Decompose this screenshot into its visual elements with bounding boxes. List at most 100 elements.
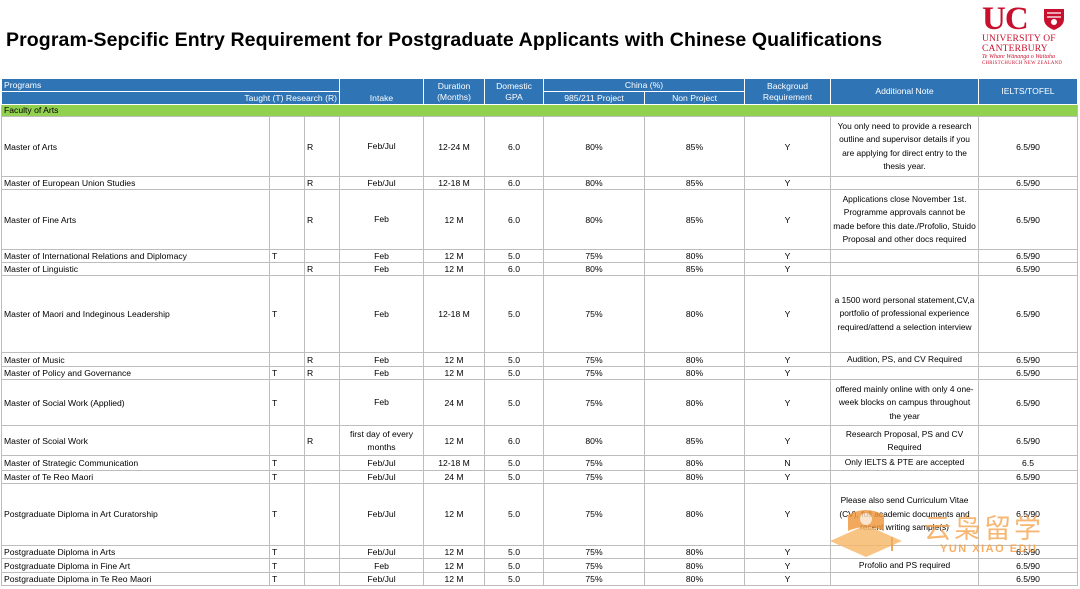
taught-cell: T [269,482,305,546]
background-cell: Y [744,366,832,381]
background-cell: Y [744,351,832,368]
faculty-row: Faculty of Arts [0,104,1079,117]
research-cell: R [303,176,341,190]
non-project-cell: 80% [644,275,746,353]
gpa-cell: 6.0 [484,425,545,457]
ielts-cell: 6.5/90 [978,262,1079,276]
table-row: Master of Policy and Governance T R Feb 12 M… [1,366,1079,381]
non-project-cell: 85% [644,189,746,250]
gpa-cell: 6.0 [484,262,545,276]
program-cell: Master of Linguistic [1,262,270,276]
program-cell: Master of Social Work (Applied) [1,379,270,427]
non-project-cell: 80% [644,544,746,559]
background-cell: Y [744,116,832,177]
research-cell [303,455,341,471]
program-cell: Postgraduate Diploma in Te Reo Maori [1,572,270,587]
header-domestic-gpa: Domestic GPA [484,78,545,105]
header-row-1: Programs Intake Duration (Months) Domest… [0,78,1079,105]
research-cell [303,249,341,263]
header-background: Backgroud Requirement [744,78,832,105]
header-note: Additional Note [830,78,980,105]
research-cell: R [303,425,341,457]
note-cell [830,469,980,484]
duration-cell: 24 M [423,469,486,484]
table-row: Master of Te Reo Maori T Feb/Jul 24 M 5.0 75%… [1,469,1079,484]
gpa-cell: 5.0 [484,249,545,263]
logo-line-4: CHRISTCHURCH NEW ZEALAND [982,61,1063,66]
non-project-cell: 80% [644,379,746,427]
gpa-cell: 5.0 [484,572,545,587]
intake-cell: Feb [339,366,425,381]
gpa-cell: 5.0 [484,379,545,427]
duration-cell: 12 M [423,544,486,559]
project-985-cell: 75% [543,249,646,263]
background-cell: Y [744,176,832,190]
project-985-cell: 75% [543,351,646,368]
logo-line-3: Te Whare Wānanga o Waitaha [982,54,1056,60]
background-cell: Y [744,275,832,353]
project-985-cell: 75% [543,455,646,471]
note-cell: Applications close November 1st. Program… [830,189,980,250]
taught-cell: T [269,544,305,559]
non-project-cell: 80% [644,469,746,484]
program-cell: Postgraduate Diploma in Arts [1,544,270,559]
table-row: Master of Music R Feb 12 M 5.0 75% 80% Y Auditio… [1,351,1079,368]
program-cell: Master of Policy and Governance [1,366,270,381]
gpa-cell: 5.0 [484,557,545,574]
duration-cell: 12 M [423,351,486,368]
research-cell [303,379,341,427]
ielts-cell: 6.5/90 [978,116,1079,177]
ielts-cell: 6.5/90 [978,189,1079,250]
duration-cell: 12 M [423,557,486,574]
program-cell: Master of Arts [1,116,270,177]
project-985-cell: 80% [543,116,646,177]
duration-cell: 12-18 M [423,275,486,353]
intake-cell: Feb/Jul [339,176,425,190]
duration-cell: 12 M [423,262,486,276]
intake-cell: Feb [339,379,425,427]
page-title: Program-Sepcific Entry Requirement for P… [6,29,883,51]
taught-cell [269,351,305,368]
intake-cell: Feb/Jul [339,455,425,471]
research-cell [303,469,341,484]
note-cell [830,366,980,381]
project-985-cell: 75% [543,557,646,574]
ielts-cell: 6.5/90 [978,572,1079,587]
table-row: Master of Strategic Communication T Feb/Ju… [1,455,1079,471]
project-985-cell: 80% [543,262,646,276]
ielts-cell: 6.5/90 [978,351,1079,368]
research-cell: R [303,366,341,381]
background-cell: Y [744,379,832,427]
non-project-cell: 85% [644,176,746,190]
program-cell: Master of International Relations and Di… [1,249,270,263]
note-cell: Only IELTS & PTE are accepted [830,455,980,471]
header-intake: Intake [339,78,425,105]
table-row: Master of International Relations and Di… [1,249,1079,263]
gpa-cell: 5.0 [484,455,545,471]
background-cell: Y [744,189,832,250]
table-row: Postgraduate Diploma in Te Reo Maori T Feb… [1,572,1079,587]
ielts-cell: 6.5/90 [978,425,1079,457]
research-cell: R [303,116,341,177]
gpa-cell: 5.0 [484,469,545,484]
program-cell: Master of Music [1,351,270,368]
ielts-cell: 6.5/90 [978,275,1079,353]
header-nonproject: Non Project [644,91,746,105]
intake-cell: first day of every months [339,425,425,457]
background-cell: Y [744,262,832,276]
duration-cell: 12-18 M [423,176,486,190]
research-cell [303,482,341,546]
intake-cell: Feb [339,189,425,250]
gpa-cell: 5.0 [484,544,545,559]
note-cell [830,262,980,276]
table-row: Master of Linguistic R Feb 12 M 6.0 80% 85% Y 6.… [1,262,1079,276]
program-cell: Postgraduate Diploma in Fine Art [1,557,270,574]
taught-cell: T [269,379,305,427]
gpa-cell: 5.0 [484,351,545,368]
research-cell [303,572,341,587]
non-project-cell: 80% [644,366,746,381]
taught-cell: T [269,366,305,381]
table-row: Master of Social Work (Applied) T Feb 24 M5… [1,379,1079,427]
watermark-cn: 云枭留学 [924,514,1044,545]
ielts-cell: 6.5/90 [978,469,1079,484]
